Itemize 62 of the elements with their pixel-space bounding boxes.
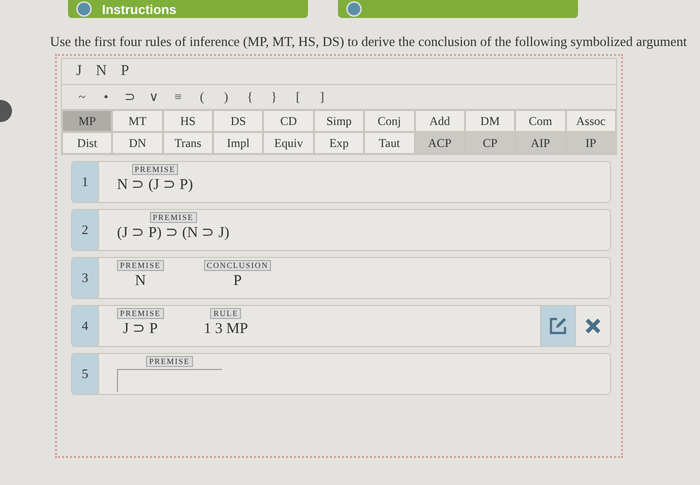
formula-text: (J ⊃ P) ⊃ (N ⊃ J)	[117, 224, 230, 243]
rule-button[interactable]: Conj	[364, 110, 415, 132]
line-tag: PREMISE	[117, 308, 164, 319]
line-tag: PREMISE	[146, 356, 193, 367]
rule-button[interactable]: Dist	[62, 132, 112, 154]
rule-button[interactable]: Equiv	[263, 132, 314, 154]
rule-button[interactable]: DM	[464, 110, 516, 132]
rule-button[interactable]: Com	[515, 110, 566, 132]
rule-button[interactable]: IP	[566, 132, 616, 154]
formula-text: P	[233, 272, 242, 291]
symbol-button[interactable]: ]	[310, 87, 334, 107]
line-tag: CONCLUSION	[204, 260, 272, 271]
rule-button[interactable]: Assoc	[566, 110, 616, 132]
line-tag: PREMISE	[117, 260, 164, 271]
rule-button[interactable]: MT	[112, 110, 163, 132]
formula-text: 1 3 MP	[204, 320, 248, 339]
edit-button[interactable]	[540, 306, 575, 346]
rule-button[interactable]: Impl	[213, 132, 264, 154]
tab-label: Instructions	[102, 2, 176, 17]
variable-button[interactable]: J	[76, 63, 82, 80]
formula-text: N	[134, 272, 146, 291]
rule-button[interactable]: DN	[112, 132, 163, 154]
line-number: 2	[72, 210, 99, 250]
line-number: 1	[72, 162, 99, 202]
formula-text: N ⊃ (J ⊃ P)	[117, 176, 194, 195]
formula-input[interactable]	[117, 369, 222, 392]
symbol-button[interactable]: }	[262, 87, 286, 107]
rule-button[interactable]: HS	[162, 110, 214, 132]
line-tag: RULE	[210, 308, 242, 319]
symbol-button[interactable]: {	[238, 87, 262, 107]
symbol-button[interactable]: ~	[70, 87, 94, 107]
globe-icon	[76, 1, 92, 17]
line-number: 3	[72, 258, 99, 298]
symbol-button[interactable]: ⊃	[118, 87, 142, 107]
formula-text: J ⊃ P	[123, 320, 158, 339]
close-icon	[584, 317, 602, 335]
rule-button[interactable]: AIP	[515, 132, 566, 154]
instruction-text: Use the first four rules of inference (MP, MT, HS, DS) to derive the conclusion of the following symbolized argument	[50, 34, 687, 50]
rule-button[interactable]: MP	[62, 110, 112, 132]
rule-button[interactable]: DS	[213, 110, 264, 132]
line-tag: PREMISE	[150, 212, 197, 223]
rule-button[interactable]: CD	[263, 110, 314, 132]
rule-button[interactable]: ACP	[414, 132, 465, 154]
symbol-button[interactable]: [	[286, 87, 310, 107]
rule-button[interactable]: Taut	[364, 132, 415, 154]
variable-button[interactable]: P	[120, 63, 130, 80]
variable-button[interactable]: N	[96, 63, 107, 80]
globe-icon	[346, 1, 362, 17]
line-number: 5	[72, 354, 99, 394]
symbol-button[interactable]: (	[190, 87, 214, 107]
symbol-button[interactable]: ≡	[166, 87, 190, 107]
symbol-button[interactable]: ∨	[142, 87, 166, 107]
rule-button[interactable]: Trans	[162, 132, 214, 154]
line-number: 4	[72, 306, 99, 346]
symbol-button[interactable]: •	[94, 87, 118, 107]
pencil-square-icon	[548, 316, 568, 336]
rule-button[interactable]: Add	[414, 110, 465, 132]
line-tag: PREMISE	[132, 164, 178, 175]
rule-button[interactable]: Exp	[314, 132, 364, 154]
symbol-button[interactable]: )	[214, 87, 238, 107]
rule-button[interactable]: Simp	[314, 110, 364, 132]
rule-button[interactable]: CP	[464, 132, 516, 154]
